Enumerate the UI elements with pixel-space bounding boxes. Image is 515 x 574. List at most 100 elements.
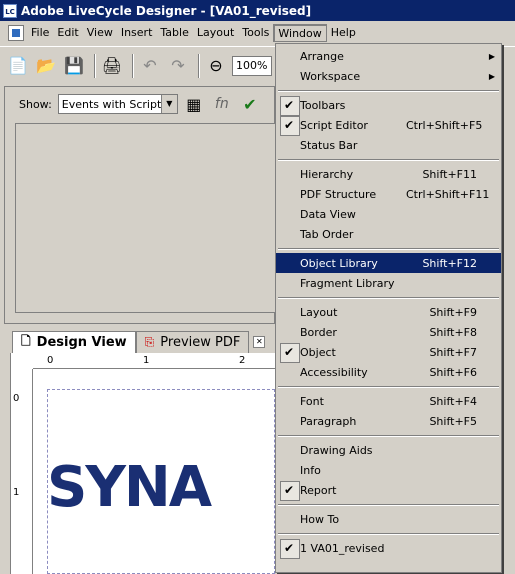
ruler-tick: 1 [13,487,20,498]
menu-window[interactable]: Window [273,24,327,42]
show-select-value: Events with Scripts [61,97,168,111]
close-icon[interactable]: ✕ [253,336,266,348]
menu-item-accessibility[interactable]: Accessibility Shift+F6 [276,362,501,382]
menu-item-label: Toolbars [300,98,346,112]
window-menu-dropdown: Arrange ▶ Workspace ▶ ✔ Toolbars ✔ Script Ed… [275,43,502,573]
document-tabs: 🗋 Design View ⎘ Preview PDF ✕ [12,331,266,353]
menu-divider [276,382,501,391]
toolbar-divider [132,53,134,78]
menu-file[interactable]: File [27,24,53,42]
menu-insert[interactable]: Insert [117,24,157,42]
menu-item-paragraph[interactable]: Paragraph Shift+F5 [276,411,501,431]
menu-item-layout[interactable]: Layout Shift+F9 [276,302,501,322]
menu-table[interactable]: Table [156,24,192,42]
vertical-ruler: 0 1 [11,369,33,574]
chevron-down-icon[interactable]: ▼ [160,95,177,113]
menu-divider [276,431,501,440]
menu-divider [276,86,501,95]
window-title: Adobe LiveCycle Designer - [VA01_revised… [21,3,312,18]
undo-icon[interactable]: ↶ [138,54,162,78]
horizontal-ruler: 0 1 2 [33,353,275,369]
document-icon[interactable] [8,25,24,41]
menu-item-object-library[interactable]: Object Library Shift+F12 [276,253,501,273]
print-icon[interactable]: 🖨 [100,54,124,78]
redo-icon[interactable]: ↷ [166,54,190,78]
menu-item-how-to[interactable]: How To [276,509,501,529]
menu-item-shortcut: Ctrl+Shift+F11 [406,187,490,201]
menu-item-report[interactable]: ✔ Report [276,480,501,501]
menu-item-shortcut: Shift+F11 [422,167,477,181]
menu-item-object[interactable]: ✔ Object Shift+F7 [276,342,501,363]
menu-item-shortcut: Shift+F4 [429,394,477,408]
check-syntax-icon[interactable]: ✔ [238,92,262,116]
logo-image: SYNA [47,455,212,520]
menu-item-shortcut: Shift+F6 [429,365,477,379]
checkmark-icon: ✔ [284,98,295,112]
menu-item-info[interactable]: Info [276,460,501,480]
menu-item-font[interactable]: Font Shift+F4 [276,391,501,411]
function-icon[interactable]: fn [210,92,234,116]
tab-preview-pdf-label: Preview PDF [160,335,241,350]
zoom-out-icon[interactable]: ⊖ [204,54,228,78]
menu-edit[interactable]: Edit [53,24,82,42]
menu-help[interactable]: Help [327,24,360,42]
script-editor-area[interactable] [15,123,280,313]
menu-item-drawing-aids[interactable]: Drawing Aids [276,440,501,460]
menu-tools[interactable]: Tools [238,24,273,42]
save-icon[interactable]: 💾 [62,54,86,78]
menu-item-label: Report [300,483,337,497]
menu-item-label: Workspace [300,69,361,83]
show-label: Show: [19,97,52,111]
menu-divider [276,293,501,302]
zoom-input[interactable]: 100% [232,55,272,76]
tab-preview-pdf[interactable]: ⎘ Preview PDF [135,331,250,353]
checkmark-icon: ✔ [284,541,295,555]
design-canvas[interactable]: 0 1 2 0 1 SYNA [10,353,275,574]
menu-item-label: How To [300,512,340,526]
menu-item-tab-order[interactable]: Tab Order [276,224,501,244]
menu-divider [276,155,501,164]
submenu-arrow-icon: ▶ [488,71,495,81]
menu-item-shortcut: Ctrl+Shift+F5 [406,118,483,132]
menu-item-script-editor[interactable]: ✔ Script Editor Ctrl+Shift+F5 [276,115,501,136]
menu-view[interactable]: View [83,24,117,42]
tab-design-view[interactable]: 🗋 Design View [12,331,136,353]
page-icon: 🗋 [21,334,31,348]
menu-item-label: Status Bar [300,138,358,152]
menu-item-status-bar[interactable]: Status Bar [276,135,501,155]
show-select[interactable]: Events with Scripts ▼ [57,94,178,114]
menu-divider [276,500,501,509]
open-icon[interactable]: 📂 [34,54,58,78]
checkmark-icon: ✔ [284,345,295,359]
menu-item-toolbars[interactable]: ✔ Toolbars [276,95,501,116]
script-grid-icon[interactable]: ▦ [182,92,206,116]
ruler-tick: 0 [47,355,54,366]
menu-item-recent-document[interactable]: ✔ 1 VA01_revised [276,538,501,559]
checkmark-icon: ✔ [284,483,295,497]
menu-item-shortcut: Shift+F9 [429,305,477,319]
menu-item-data-view[interactable]: Data View [276,204,501,224]
ruler-tick: 1 [143,355,150,366]
toolbar-divider [198,53,200,78]
menu-item-arrange[interactable]: Arrange ▶ [276,46,501,66]
menu-item-workspace[interactable]: Workspace ▶ [276,66,501,86]
menu-item-label: Tab Order [300,227,354,241]
script-toolbar: Show: Events with Scripts ▼ ▦ fn ✔ [5,87,274,121]
title-bar: LC Adobe LiveCycle Designer - [VA01_revi… [0,0,515,21]
menu-item-pdf-structure[interactable]: PDF Structure Ctrl+Shift+F11 [276,184,501,204]
script-editor-panel: Show: Events with Scripts ▼ ▦ fn ✔ [4,86,280,324]
menu-item-label: Fragment Library [300,276,395,290]
menu-item-label: Drawing Aids [300,443,373,457]
menu-item-shortcut: Shift+F8 [429,325,477,339]
menu-bar: File Edit View Insert Table Layout Tools… [0,23,515,43]
menu-item-label: 1 VA01_revised [300,541,385,555]
menu-item-border[interactable]: Border Shift+F8 [276,322,501,342]
menu-item-fragment-library[interactable]: Fragment Library [276,273,501,293]
menu-layout[interactable]: Layout [193,24,238,42]
new-icon[interactable]: 📄 [6,54,30,78]
menu-divider [276,244,501,253]
menu-item-label: Info [300,463,321,477]
menu-item-label: Arrange [300,49,344,63]
menu-item-hierarchy[interactable]: Hierarchy Shift+F11 [276,164,501,184]
menu-divider [276,529,501,538]
